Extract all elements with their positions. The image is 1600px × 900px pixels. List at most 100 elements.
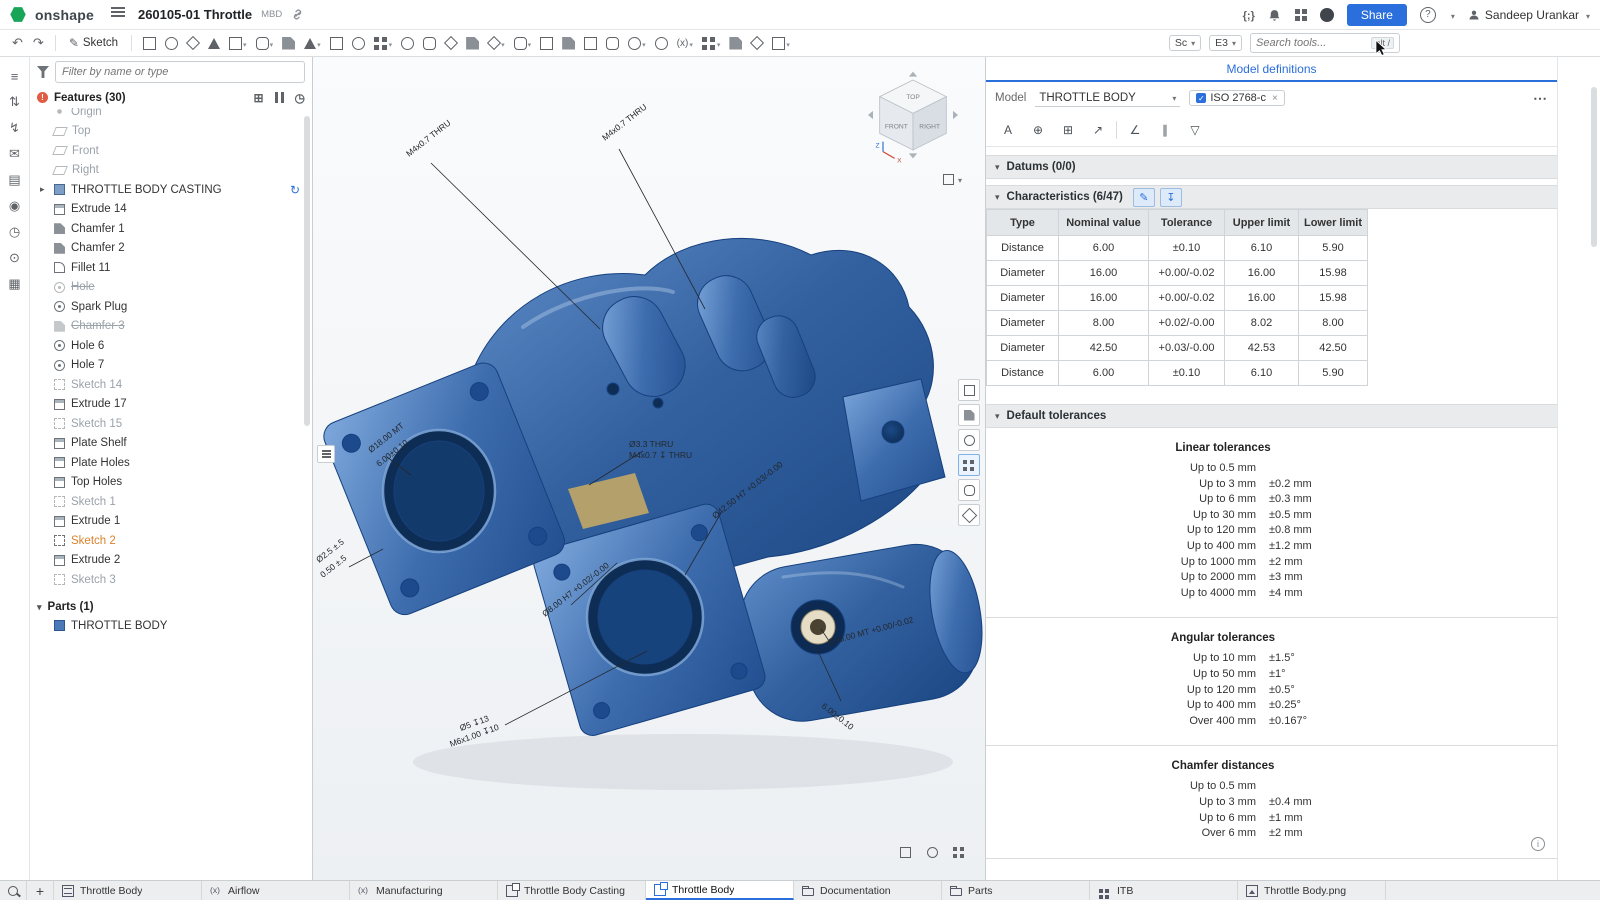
offset-surface-icon[interactable] [510, 31, 536, 55]
feature-item[interactable]: Hole [30, 278, 312, 298]
feature-item[interactable]: Extrude 1 [30, 512, 312, 532]
app-store-icon[interactable] [1294, 8, 1307, 21]
comments-icon[interactable]: ✉ [0, 141, 29, 167]
dimension-annotation[interactable]: M4x0.7 THRU [404, 118, 452, 159]
draft-icon[interactable] [300, 31, 325, 55]
help-icon[interactable] [1420, 7, 1436, 23]
mass-properties-icon[interactable] [651, 31, 672, 55]
annotation-note-icon[interactable]: A [996, 118, 1020, 142]
versions-icon[interactable]: ◉ [0, 193, 29, 219]
loft-icon[interactable] [204, 31, 224, 55]
section-view-icon[interactable] [958, 404, 980, 426]
featurescript-icon[interactable] [1243, 6, 1255, 24]
document-tab[interactable]: Throttle Body [646, 881, 794, 900]
type-cell[interactable]: Diameter [987, 261, 1059, 286]
feature-item[interactable]: Spark Plug [30, 297, 312, 317]
pmi-flyout-button[interactable] [317, 445, 335, 463]
lower-limit-cell[interactable]: 42.50 [1299, 336, 1368, 361]
feature-list-icon[interactable]: ≡ [0, 63, 29, 89]
viewcube-rotate-down-arrow[interactable] [909, 153, 917, 158]
features-alert-icon[interactable] [37, 92, 48, 103]
document-tab[interactable]: Throttle Body [54, 881, 202, 900]
document-tab[interactable]: Throttle Body Casting [498, 881, 646, 900]
filter-icon[interactable] [37, 66, 49, 78]
edit-characteristics-icon[interactable]: ✎ [1133, 188, 1155, 207]
feature-item[interactable]: Extrude 17 [30, 395, 312, 415]
leader-icon[interactable]: ↗ [1086, 118, 1110, 142]
type-cell[interactable]: Diameter [987, 311, 1059, 336]
view-cube[interactable]: TOP FRONT RIGHT Z X [863, 65, 963, 175]
modify-fillet-icon[interactable] [602, 31, 623, 55]
dimension-annotation[interactable]: M4x0.7 THRU [600, 102, 648, 143]
tolerance-standard-chip[interactable]: ISO 2768-c [1189, 90, 1284, 106]
parallel-icon[interactable]: ∥ [1153, 118, 1177, 142]
measure-icon[interactable] [624, 31, 650, 55]
document-tab[interactable]: Documentation [794, 881, 942, 900]
shell-icon[interactable] [326, 31, 347, 55]
suppress-pause-icon[interactable] [275, 92, 284, 103]
history-clock-icon[interactable] [295, 91, 305, 105]
lower-limit-cell[interactable]: 5.90 [1299, 236, 1368, 261]
info-icon[interactable] [1531, 837, 1545, 851]
redo-icon[interactable] [29, 35, 48, 51]
share-link-icon[interactable] [291, 8, 304, 21]
revolve-icon[interactable] [161, 31, 182, 55]
feature-item[interactable]: Hole 7 [30, 356, 312, 376]
upper-limit-cell[interactable]: 6.10 [1225, 236, 1299, 261]
search-tools-input[interactable] [1256, 37, 1371, 49]
dimension-annotation[interactable]: Ø3.3 THRU [629, 439, 673, 449]
overflow-menu-icon[interactable] [1533, 90, 1548, 107]
nominal-value-cell[interactable]: 6.00 [1059, 236, 1149, 261]
dropdown-caret-icon[interactable] [641, 34, 646, 52]
snapshot-icon[interactable] [923, 843, 941, 861]
dropdown-caret-icon[interactable] [269, 34, 274, 52]
lower-limit-cell[interactable]: 15.98 [1299, 261, 1368, 286]
dropdown-caret-icon[interactable] [527, 34, 532, 52]
panel-title[interactable]: Model definitions [986, 57, 1557, 82]
user-menu[interactable]: Sandeep Urankar [1468, 8, 1590, 22]
separator[interactable] [1116, 121, 1117, 139]
named-views-icon[interactable] [698, 31, 725, 55]
sweep-icon[interactable] [183, 31, 203, 55]
tab-search-icon[interactable] [0, 881, 27, 900]
feature-item[interactable]: Sketch 15 [30, 414, 312, 434]
feature-item[interactable]: Right [30, 161, 312, 181]
part-item[interactable]: THROTTLE BODY [30, 616, 312, 635]
insert-derived-icon[interactable] [253, 91, 263, 105]
throttle-body-model[interactable] [319, 238, 985, 738]
expand-chevron-icon[interactable] [40, 184, 48, 195]
thicken-icon[interactable] [225, 31, 251, 55]
feature-item[interactable]: Top Holes [30, 473, 312, 493]
lower-limit-cell[interactable]: 8.00 [1299, 311, 1368, 336]
datums-section-header[interactable]: Datums (0/0) [986, 155, 1557, 179]
help-caret-icon[interactable] [1449, 6, 1455, 24]
shortcuts-icon[interactable]: ▦ [0, 271, 29, 297]
feature-item[interactable]: Sketch 2 [30, 531, 312, 551]
surface-finish-icon[interactable]: ▽ [1183, 118, 1207, 142]
viewcube-rotate-left-arrow[interactable] [868, 111, 873, 119]
appearance-icon[interactable] [747, 31, 767, 55]
section-view-icon[interactable] [725, 31, 746, 55]
type-cell[interactable]: Distance [987, 236, 1059, 261]
document-tab[interactable]: Airflow [202, 881, 350, 900]
nominal-value-cell[interactable]: 16.00 [1059, 286, 1149, 311]
nominal-value-cell[interactable]: 42.50 [1059, 336, 1149, 361]
feature-item[interactable]: Top [30, 122, 312, 142]
feature-filter-input[interactable] [55, 61, 305, 83]
angle-icon[interactable]: ∠ [1123, 118, 1147, 142]
sc-dropdown[interactable]: Sc [1169, 35, 1201, 51]
move-face-icon[interactable] [536, 31, 557, 55]
dimension-annotation[interactable]: M4x0.7 ↧ THRU [629, 450, 692, 460]
display-options-icon[interactable] [958, 454, 980, 476]
feature-item[interactable]: THROTTLE BODY CASTING [30, 180, 312, 200]
upper-limit-cell[interactable]: 16.00 [1225, 286, 1299, 311]
nominal-value-cell[interactable]: 6.00 [1059, 361, 1149, 386]
nominal-value-cell[interactable]: 16.00 [1059, 261, 1149, 286]
custom-feature-icon[interactable] [768, 31, 794, 55]
feature-item[interactable]: Sketch 1 [30, 492, 312, 512]
feature-item[interactable]: Sketch 3 [30, 570, 312, 590]
extrude-icon[interactable] [139, 31, 160, 55]
isolate-icon[interactable] [958, 379, 980, 401]
panel-scrollbar[interactable] [1591, 87, 1597, 247]
learning-center-icon[interactable] [1320, 8, 1334, 22]
